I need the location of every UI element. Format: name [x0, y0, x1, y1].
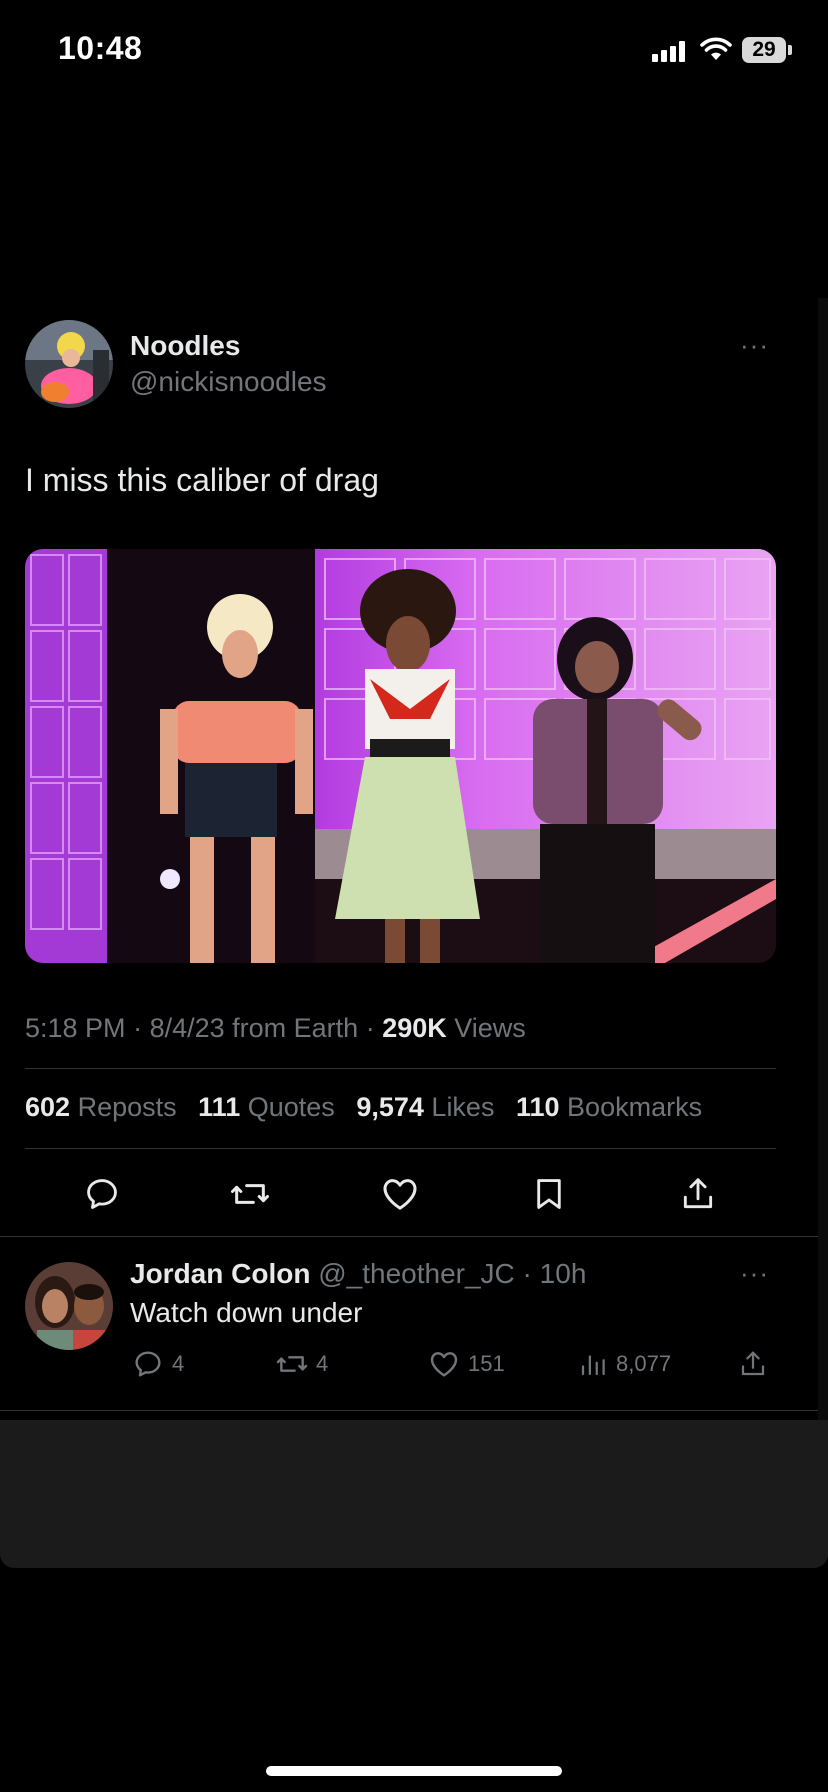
like-button[interactable]: [380, 1174, 420, 1214]
reposts-label: Reposts: [77, 1092, 177, 1122]
reply-separator: ·: [514, 1258, 540, 1289]
avatar-image: [25, 320, 113, 408]
tweet-text: I miss this caliber of drag: [25, 462, 379, 498]
tweet-meta: 5:18 PM · 8/4/23 from Earth · 290K Views: [25, 1013, 526, 1044]
reply-share-button[interactable]: [738, 1348, 768, 1380]
quotes-label: Quotes: [247, 1092, 335, 1122]
share-icon: [741, 1351, 765, 1376]
card-footer: [0, 1420, 828, 1568]
reply-author-handle[interactable]: @_theother_JC: [318, 1258, 515, 1289]
reposts-count: 602: [25, 1092, 71, 1122]
repost-icon: [231, 1184, 269, 1204]
share-button[interactable]: [678, 1174, 718, 1214]
divider: [0, 1236, 818, 1237]
bookmarks-count: 110: [515, 1092, 560, 1122]
tweet-source: from Earth: [224, 1013, 359, 1043]
like-icon: [430, 1352, 458, 1377]
reply-header: Jordan Colon @_theother_JC · 10h: [130, 1258, 586, 1290]
meta-separator: ·: [125, 1013, 150, 1043]
home-indicator[interactable]: [266, 1766, 562, 1776]
divider: [25, 1068, 776, 1069]
reply-views-button[interactable]: 8,077: [578, 1348, 671, 1380]
views-count: 8,077: [616, 1351, 672, 1376]
divider: [25, 1148, 776, 1149]
divider: [0, 1410, 818, 1411]
reply-reply-button[interactable]: 4: [132, 1348, 184, 1380]
repost-button[interactable]: [230, 1174, 270, 1214]
status-time: 10:48: [58, 30, 143, 66]
bookmarks-stat[interactable]: 110 Bookmarks: [516, 1092, 702, 1122]
quotes-count: 111: [198, 1092, 241, 1122]
repost-count: 4: [316, 1351, 329, 1376]
battery-tip: [788, 45, 792, 55]
meta-separator: ·: [358, 1013, 383, 1043]
media-image: [25, 549, 776, 963]
reply-repost-button[interactable]: 4: [276, 1348, 328, 1380]
battery-indicator: 29: [742, 37, 786, 63]
more-options-icon[interactable]: ···: [740, 330, 769, 361]
reply-avatar-image: [25, 1262, 113, 1350]
reply-author-avatar[interactable]: [25, 1262, 113, 1350]
wifi-icon: [700, 37, 732, 60]
reply-button[interactable]: [82, 1174, 122, 1214]
reply-icon: [87, 1179, 117, 1209]
views-label: Views: [446, 1013, 526, 1043]
reply-like-button[interactable]: 151: [428, 1348, 505, 1380]
share-icon: [683, 1178, 713, 1209]
reply-author-name[interactable]: Jordan Colon: [130, 1258, 310, 1289]
author-avatar[interactable]: [25, 320, 113, 408]
reply-icon: [135, 1351, 161, 1377]
bookmarks-label: Bookmarks: [567, 1092, 703, 1122]
views-count[interactable]: 290K: [382, 1013, 447, 1043]
views-icon: [581, 1355, 605, 1376]
like-icon: [383, 1179, 417, 1210]
cellular-signal-icon: [652, 40, 692, 62]
reply-age: 10h: [539, 1258, 587, 1289]
tweet-time: 5:18 PM: [25, 1013, 126, 1043]
reposts-stat[interactable]: 602 Reposts: [25, 1092, 191, 1122]
likes-label: Likes: [431, 1092, 495, 1122]
author-name[interactable]: Noodles: [130, 330, 240, 362]
bookmark-icon: [537, 1179, 561, 1209]
engagement-stats: 602 Reposts 111 Quotes 9,574 Likes 110 B…: [25, 1092, 702, 1123]
tweet-date: 8/4/23: [149, 1013, 225, 1043]
reply-text: Watch down under: [130, 1297, 363, 1328]
tweet-media[interactable]: [25, 549, 776, 963]
reply-more-options-icon[interactable]: ···: [740, 1258, 769, 1289]
quotes-stat[interactable]: 111 Quotes: [198, 1092, 349, 1122]
reply-count: 4: [172, 1351, 185, 1376]
like-count: 151: [468, 1351, 505, 1376]
likes-stat[interactable]: 9,574 Likes: [356, 1092, 508, 1122]
likes-count: 9,574: [356, 1092, 424, 1122]
author-handle[interactable]: @nickisnoodles: [130, 366, 327, 398]
repost-icon: [276, 1356, 308, 1372]
bookmark-button[interactable]: [529, 1174, 569, 1214]
